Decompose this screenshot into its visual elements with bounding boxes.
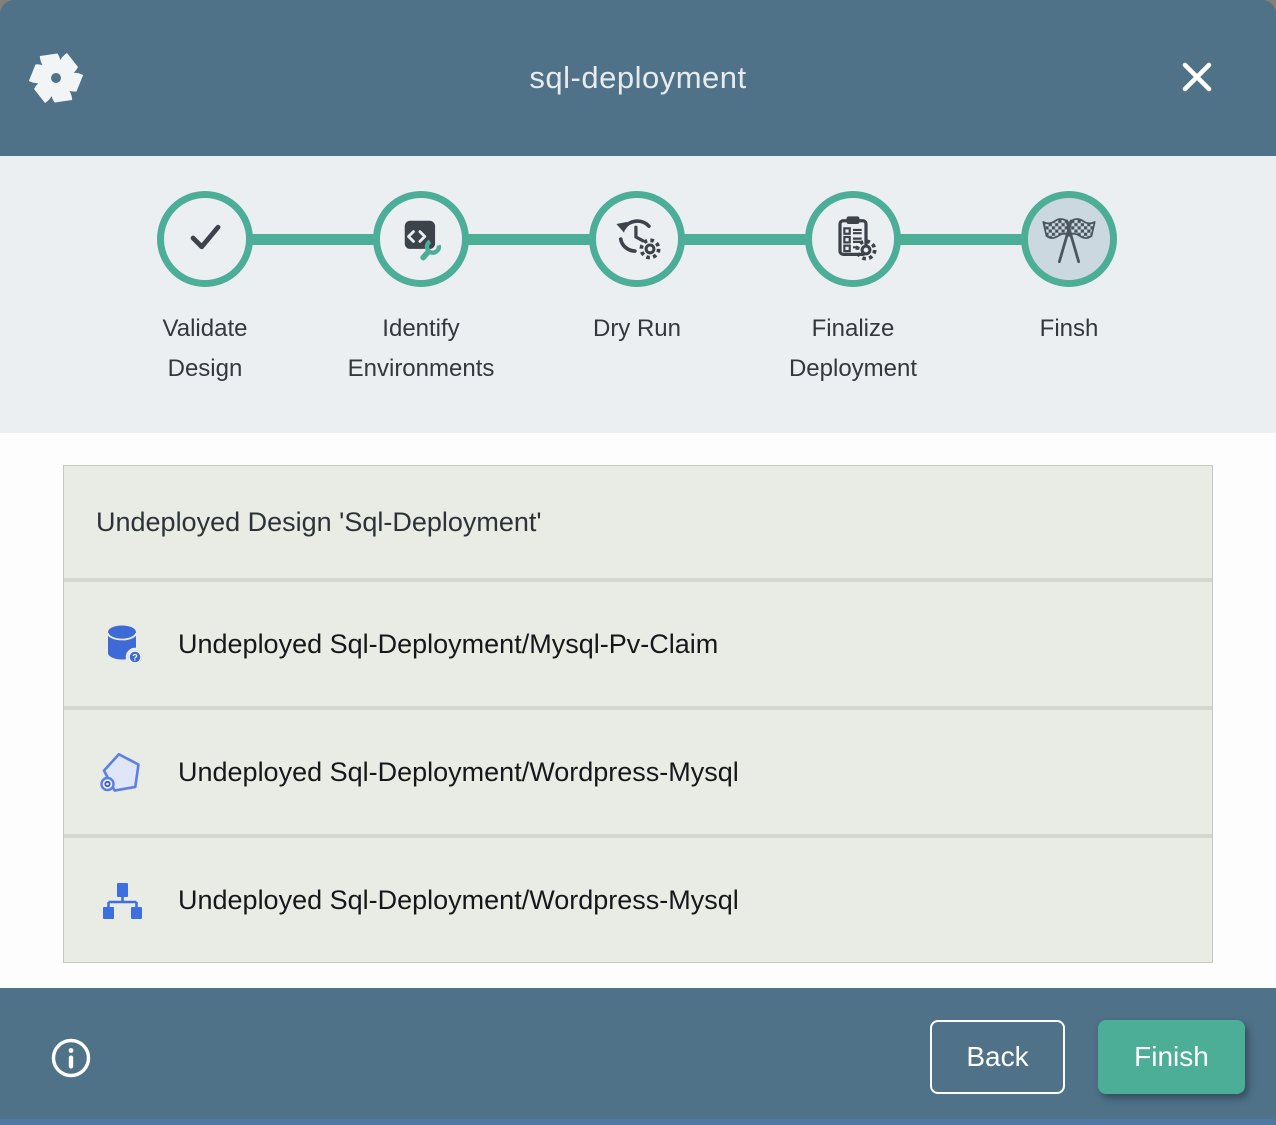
database-icon: ? — [98, 620, 146, 668]
step-finish: Finsh — [961, 156, 1177, 389]
step-circle-identify-environments — [373, 191, 469, 287]
bottom-accent-strip — [0, 1119, 1276, 1125]
step-validate-design: Validate Design — [97, 156, 313, 389]
check-icon — [179, 211, 231, 268]
step-finalize-deployment: Finalize Deployment — [745, 156, 961, 389]
dialog-title: sql-deployment — [529, 60, 746, 96]
log-header-text: Undeployed Design 'Sql-Deployment' — [96, 507, 542, 538]
step-circle-dry-run — [589, 191, 685, 287]
step-circle-validate-design — [157, 191, 253, 287]
log-row-wordpress-mysql-service: Undeployed Sql-Deployment/Wordpress-Mysq… — [64, 838, 1212, 962]
step-circle-finalize-deployment — [805, 191, 901, 287]
log-row-text: Undeployed Sql-Deployment/Wordpress-Mysq… — [178, 757, 739, 788]
log-row-wordpress-mysql-pod: Undeployed Sql-Deployment/Wordpress-Mysq… — [64, 710, 1212, 834]
deployment-wizard-dialog: sql-deployment Vali — [0, 0, 1276, 1125]
back-button[interactable]: Back — [930, 1020, 1065, 1094]
log-header-row: Undeployed Design 'Sql-Deployment' — [64, 466, 1212, 578]
clipboard-gear-icon — [827, 211, 879, 268]
code-window-wrench-icon — [395, 211, 447, 268]
step-identify-environments: Identify Environments — [313, 156, 529, 389]
step-label: Dry Run — [593, 309, 681, 349]
sync-gear-icon — [611, 211, 663, 268]
info-button[interactable] — [50, 1037, 92, 1079]
step-circle-finish — [1021, 191, 1117, 287]
deployment-log-area: Undeployed Design 'Sql-Deployment' ? Und… — [0, 433, 1276, 988]
step-label: Validate Design — [163, 309, 248, 389]
svg-text:?: ? — [132, 653, 138, 663]
checkered-flags-icon — [1039, 207, 1099, 272]
wizard-stepper: Validate Design — [0, 156, 1276, 433]
service-tree-icon — [98, 876, 146, 924]
close-button[interactable] — [1176, 57, 1218, 99]
log-row-text: Undeployed Sql-Deployment/Wordpress-Mysq… — [178, 885, 739, 916]
step-label: Finalize Deployment — [789, 309, 917, 389]
log-row-text: Undeployed Sql-Deployment/Mysql-Pv-Claim — [178, 629, 718, 660]
step-label: Finsh — [1040, 309, 1099, 349]
app-pinwheel-logo-icon — [28, 50, 84, 106]
finish-button[interactable]: Finish — [1098, 1020, 1245, 1094]
dialog-footer: Back Finish — [0, 988, 1276, 1125]
info-icon — [50, 1067, 92, 1082]
log-row-mysql-pv-claim: ? Undeployed Sql-Deployment/Mysql-Pv-Cla… — [64, 582, 1212, 706]
deployment-log-panel: Undeployed Design 'Sql-Deployment' ? Und… — [63, 465, 1213, 963]
step-dry-run: Dry Run — [529, 156, 745, 389]
step-label: Identify Environments — [348, 309, 495, 389]
dialog-header: sql-deployment — [0, 0, 1276, 156]
close-icon — [1177, 57, 1217, 100]
pod-pentagon-icon — [98, 748, 146, 796]
